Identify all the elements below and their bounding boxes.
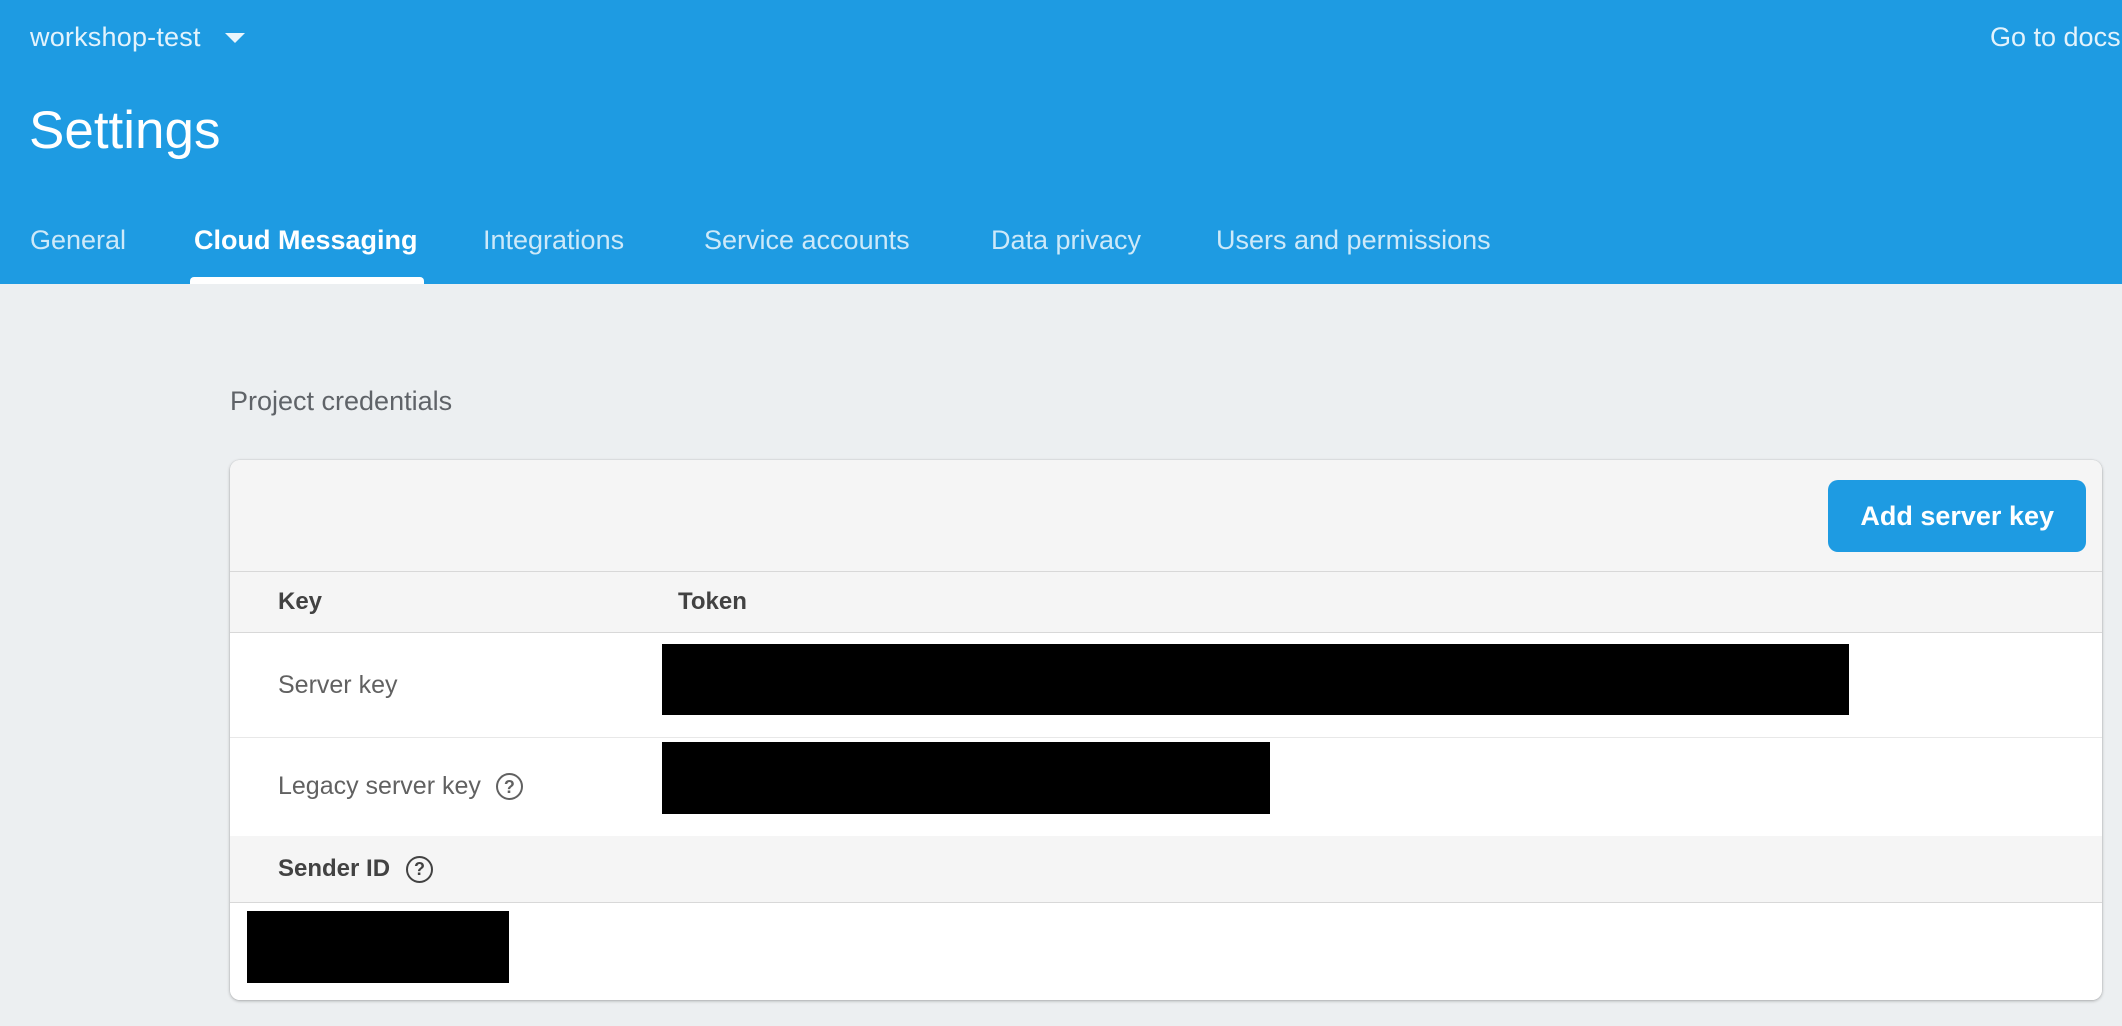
- key-name-server-key: Server key: [278, 633, 397, 737]
- row-label: Server key: [278, 670, 398, 699]
- key-name-legacy-server-key: Legacy server key ?: [278, 738, 523, 835]
- sender-id-header: Sender ID ?: [230, 836, 2102, 903]
- column-header-key: Key: [278, 588, 323, 615]
- project-name: workshop-test: [30, 21, 201, 52]
- table-row: Legacy server key ?: [230, 738, 2102, 835]
- chevron-down-icon[interactable]: [224, 33, 245, 43]
- app-header: workshop-test Go to docs Settings Genera…: [0, 0, 2122, 284]
- project-switcher[interactable]: workshop-test: [30, 18, 245, 56]
- tab-service-accounts[interactable]: Service accounts: [704, 212, 910, 284]
- column-header-token: Token: [678, 588, 747, 615]
- sender-id-row: [230, 903, 2102, 1000]
- table-header-row: Key Token: [230, 572, 2102, 633]
- redacted-legacy-server-key-token: [662, 742, 1270, 814]
- row-label: Legacy server key: [278, 772, 481, 800]
- sender-id-label: Sender ID ?: [278, 836, 434, 902]
- tab-cloud-messaging[interactable]: Cloud Messaging: [190, 212, 424, 284]
- redacted-server-key-token: [662, 644, 1849, 715]
- credentials-card: Add server key Key Token Server key Lega…: [230, 460, 2102, 1000]
- tab-integrations[interactable]: Integrations: [483, 212, 624, 284]
- tab-data-privacy[interactable]: Data privacy: [991, 212, 1141, 284]
- help-icon[interactable]: ?: [406, 855, 434, 883]
- table-row: Server key: [230, 633, 2102, 738]
- tab-general[interactable]: General: [30, 212, 126, 284]
- tab-users-and-permissions[interactable]: Users and permissions: [1216, 212, 1491, 284]
- page-title: Settings: [29, 101, 221, 160]
- go-to-docs-link[interactable]: Go to docs: [1990, 18, 2121, 56]
- sender-id-text: Sender ID: [278, 855, 391, 882]
- help-icon[interactable]: ?: [495, 773, 523, 800]
- section-title-project-credentials: Project credentials: [230, 386, 453, 416]
- redacted-sender-id: [247, 911, 509, 983]
- add-server-key-button[interactable]: Add server key: [1828, 480, 2086, 552]
- card-toolbar: Add server key: [230, 460, 2102, 572]
